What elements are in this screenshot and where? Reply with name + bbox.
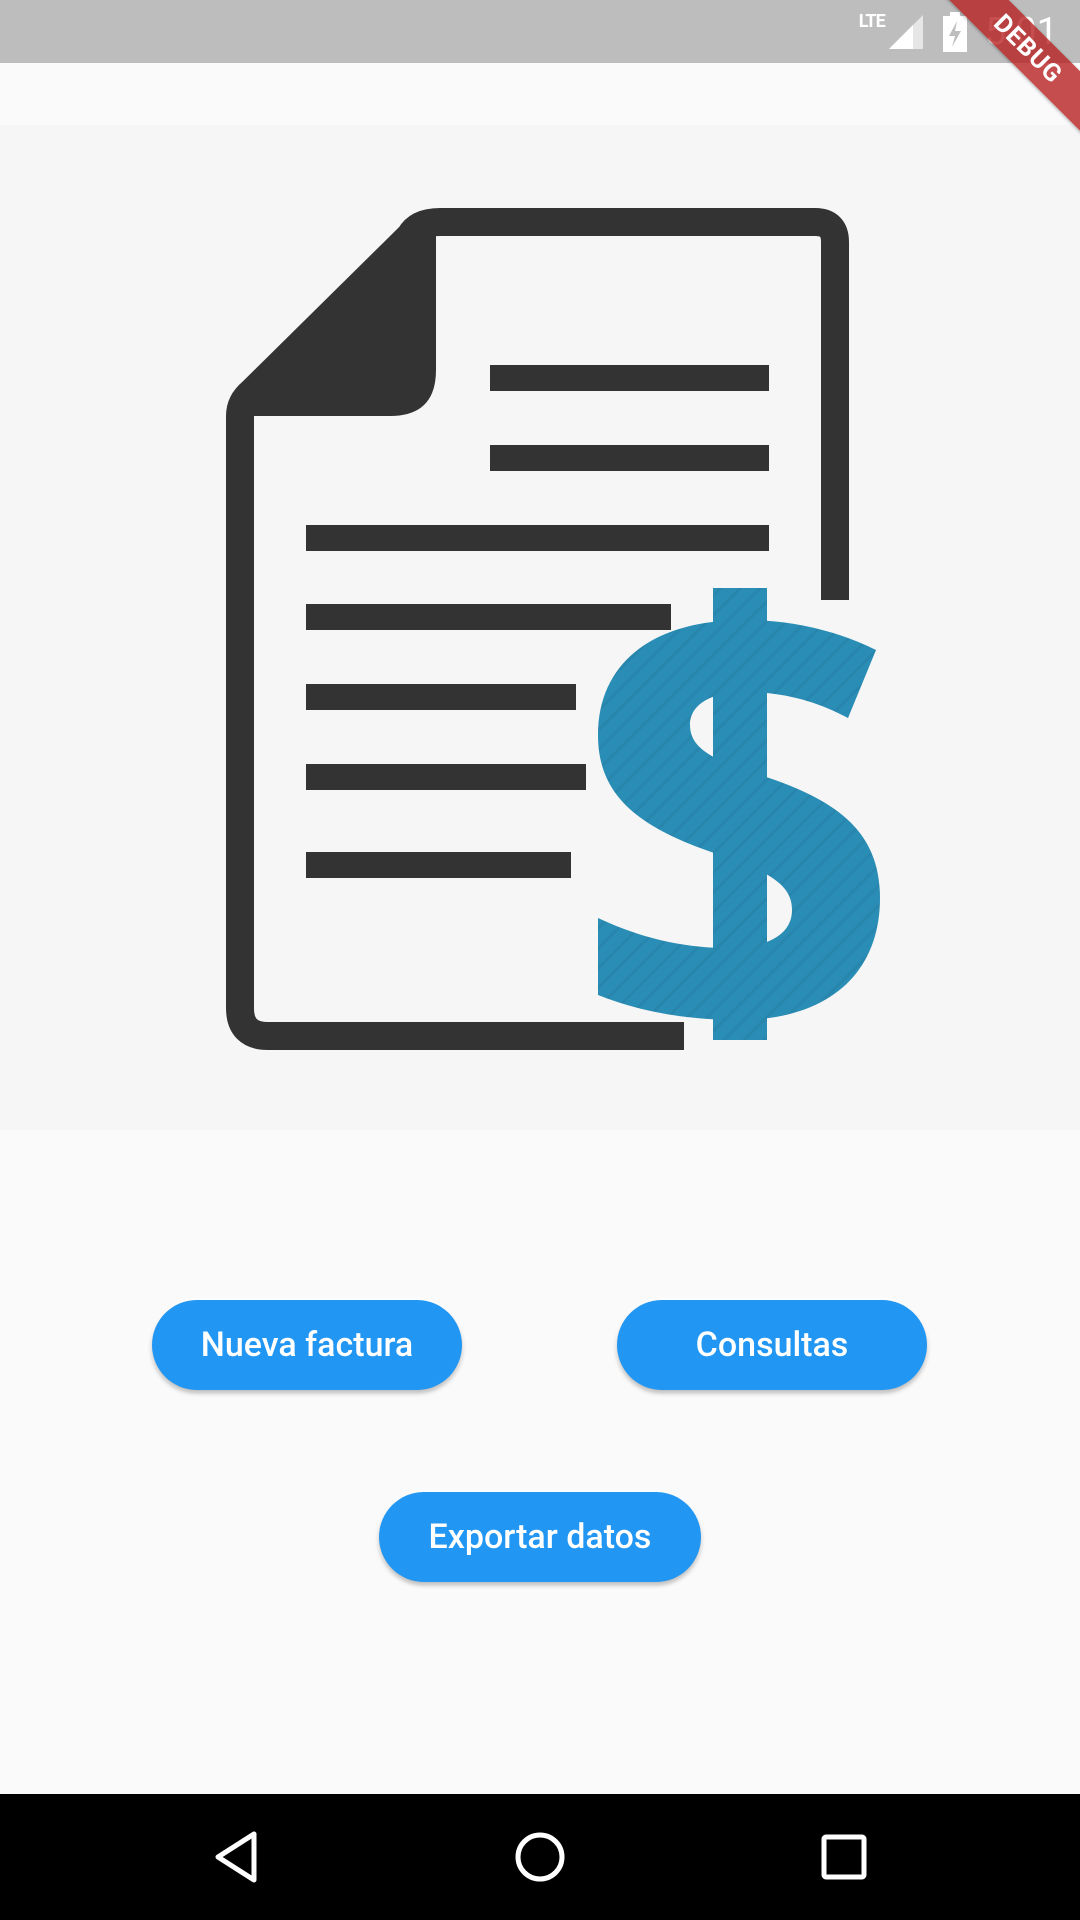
battery-charging-icon <box>942 11 967 52</box>
dollar-sign <box>598 588 880 1040</box>
top-spacer <box>0 63 1080 125</box>
signal-icon <box>888 14 923 49</box>
exportar-datos-button[interactable]: Exportar datos <box>379 1492 701 1582</box>
folded-corner <box>230 222 436 416</box>
back-triangle-icon <box>215 1831 257 1883</box>
consultas-button[interactable]: Consultas <box>617 1300 927 1390</box>
status-bar: LTE 5:01 <box>0 0 1080 63</box>
invoice-document-dollar-icon <box>226 208 880 1050</box>
navigation-bar <box>0 1794 1080 1920</box>
recent-apps-square-icon <box>821 1834 867 1880</box>
nav-back-button[interactable] <box>176 1794 296 1920</box>
network-type-label: LTE <box>858 11 886 32</box>
home-circle-icon <box>515 1832 565 1882</box>
nav-recent-apps-button[interactable] <box>784 1794 904 1920</box>
nav-home-button[interactable] <box>480 1794 600 1920</box>
nueva-factura-button[interactable]: Nueva factura <box>152 1300 462 1390</box>
hero-image <box>0 125 1080 1130</box>
